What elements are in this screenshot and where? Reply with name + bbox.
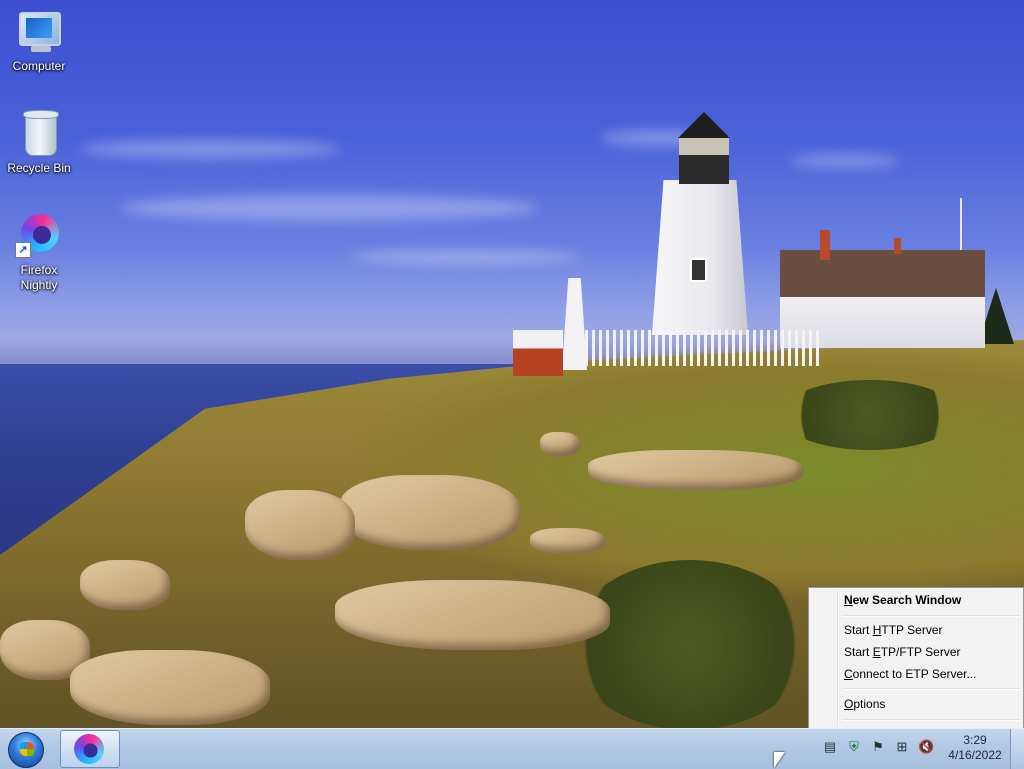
- recycle-bin-icon: [15, 110, 63, 158]
- menu-item-options[interactable]: Options: [811, 693, 1021, 715]
- volume-muted-icon[interactable]: 🔇: [918, 739, 934, 755]
- shortcut-arrow-icon: ↗: [15, 242, 31, 258]
- mouse-cursor: [774, 752, 785, 768]
- taskbar-button-firefox-nightly[interactable]: [60, 730, 120, 768]
- menu-item-connect-etp-server[interactable]: Connect to ETP Server...: [811, 663, 1021, 685]
- menu-item-start-http-server[interactable]: Start HTTP Server: [811, 619, 1021, 641]
- firefox-nightly-icon: ↗: [15, 212, 63, 260]
- start-button[interactable]: [5, 731, 45, 768]
- desktop-icon-label: Firefox Nightly: [20, 263, 58, 292]
- clock-date: 4/16/2022: [948, 748, 1002, 762]
- desktop-icon-label: Computer: [12, 59, 66, 73]
- network-icon[interactable]: ⊞: [894, 739, 910, 755]
- firefox-nightly-icon: [74, 734, 104, 764]
- desktop-icon-firefox-nightly[interactable]: ↗ Firefox Nightly: [1, 212, 77, 293]
- show-desktop-button[interactable]: [1010, 729, 1024, 769]
- desktop-icon-label: Recycle Bin: [7, 161, 71, 175]
- taskbar-clock[interactable]: 3:29 4/16/2022: [942, 733, 1008, 763]
- security-shield-icon[interactable]: ⛨: [846, 739, 862, 755]
- windows-start-orb-icon: [8, 732, 44, 768]
- clock-time: 3:29: [963, 733, 987, 747]
- desktop-icon-computer[interactable]: Computer: [1, 8, 77, 74]
- system-tray: ▤ ⛨ ⚑ ⊞ 🔇: [818, 735, 938, 763]
- menu-item-start-etp-ftp-server[interactable]: Start ETP/FTP Server: [811, 641, 1021, 663]
- menu-item-new-search-window[interactable]: New Search Window: [811, 589, 1021, 611]
- desktop-icon-recycle-bin[interactable]: Recycle Bin: [1, 110, 77, 176]
- taskbar: ▤ ⛨ ⚑ ⊞ 🔇 3:29 4/16/2022: [0, 728, 1024, 769]
- action-center-flag-icon[interactable]: ⚑: [870, 739, 886, 755]
- computer-icon: [15, 8, 63, 56]
- context-menu: New Search Window Start HTTP Server Star…: [808, 587, 1024, 729]
- everything-search-icon[interactable]: ▤: [822, 739, 838, 755]
